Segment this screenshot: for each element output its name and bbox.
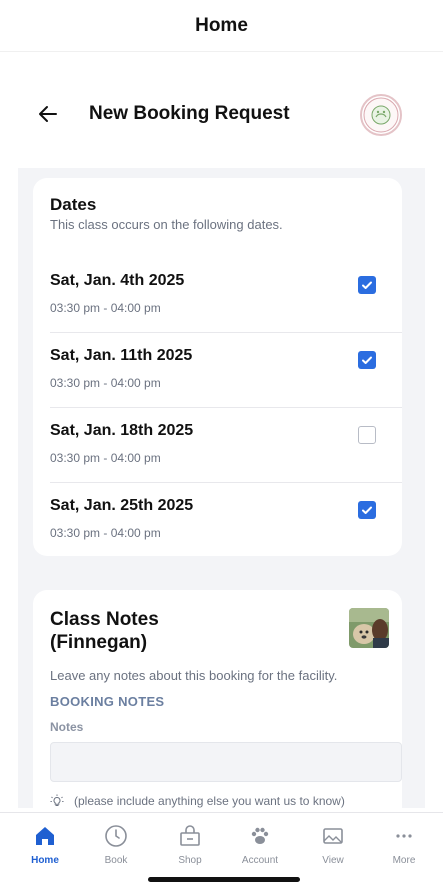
dates-card: Dates This class occurs on the following… [33,178,402,556]
tab-view[interactable]: View [303,823,363,866]
date-label: Sat, Jan. 25th 2025 [50,497,194,514]
shop-icon [177,823,203,849]
date-time: 03:30 pm - 04:00 pm [50,451,161,465]
date-checkbox[interactable] [358,426,376,444]
app-title: Home [195,14,248,36]
date-checkbox[interactable] [358,276,376,294]
checkmark-icon [362,356,372,364]
tab-label: Shop [178,855,202,866]
notes-input[interactable] [50,742,402,782]
date-checkbox[interactable] [358,501,376,519]
dates-title: Dates [50,195,97,214]
notes-label: Notes [50,720,84,734]
date-time: 03:30 pm - 04:00 pm [50,376,161,390]
tab-account[interactable]: Account [230,823,290,866]
page-title: New Booking Request [89,103,290,124]
date-row[interactable]: Sat, Jan. 25th 2025 03:30 pm - 04:00 pm [50,483,402,558]
notes-hint: (please include anything else you want u… [50,794,345,808]
tab-more[interactable]: More [374,823,434,866]
tab-label: More [392,855,416,866]
dates-subtitle: This class occurs on the following dates… [50,217,283,232]
date-label: Sat, Jan. 18th 2025 [50,422,194,439]
tab-home[interactable]: Home [15,823,75,866]
class-notes-pet-name: (Finnegan) [50,632,148,653]
facility-logo [360,94,402,136]
class-notes-subtitle: Leave any notes about this booking for t… [50,668,338,683]
tab-shop[interactable]: Shop [160,823,220,866]
tab-label: Home [31,855,59,866]
class-notes-title: Class Notes (Finnegan) [50,608,159,654]
gallery-icon [320,823,346,849]
class-notes-title-line1: Class Notes [50,609,159,630]
top-title-bar: Home [0,0,443,52]
checkmark-icon [362,281,372,289]
tab-label: View [322,855,344,866]
tab-label: Account [241,855,279,866]
date-row[interactable]: Sat, Jan. 11th 2025 03:30 pm - 04:00 pm [50,333,402,408]
date-label: Sat, Jan. 11th 2025 [50,347,193,364]
lightbulb-icon [50,794,64,806]
date-time: 03:30 pm - 04:00 pm [50,301,161,315]
pet-avatar [349,608,389,648]
tab-label: Book [104,855,128,866]
date-row[interactable]: Sat, Jan. 18th 2025 03:30 pm - 04:00 pm [50,408,402,483]
booking-notes-header: BOOKING NOTES [50,694,165,709]
clock-icon [103,823,129,849]
back-arrow-icon[interactable] [36,102,60,126]
checkmark-icon [362,506,372,514]
page-header: New Booking Request [0,84,443,144]
notes-hint-text: (please include anything else you want u… [74,794,345,808]
date-time: 03:30 pm - 04:00 pm [50,526,161,540]
date-checkbox[interactable] [358,351,376,369]
more-icon [391,823,417,849]
paw-icon [247,823,273,849]
date-label: Sat, Jan. 4th 2025 [50,272,185,289]
home-icon [32,823,58,849]
content-area[interactable]: Dates This class occurs on the following… [18,168,425,808]
date-row[interactable]: Sat, Jan. 4th 2025 03:30 pm - 04:00 pm [50,258,402,333]
home-indicator [148,877,300,882]
class-notes-card: Class Notes (Finnegan) Leave any notes a… [33,590,402,808]
tab-book[interactable]: Book [86,823,146,866]
